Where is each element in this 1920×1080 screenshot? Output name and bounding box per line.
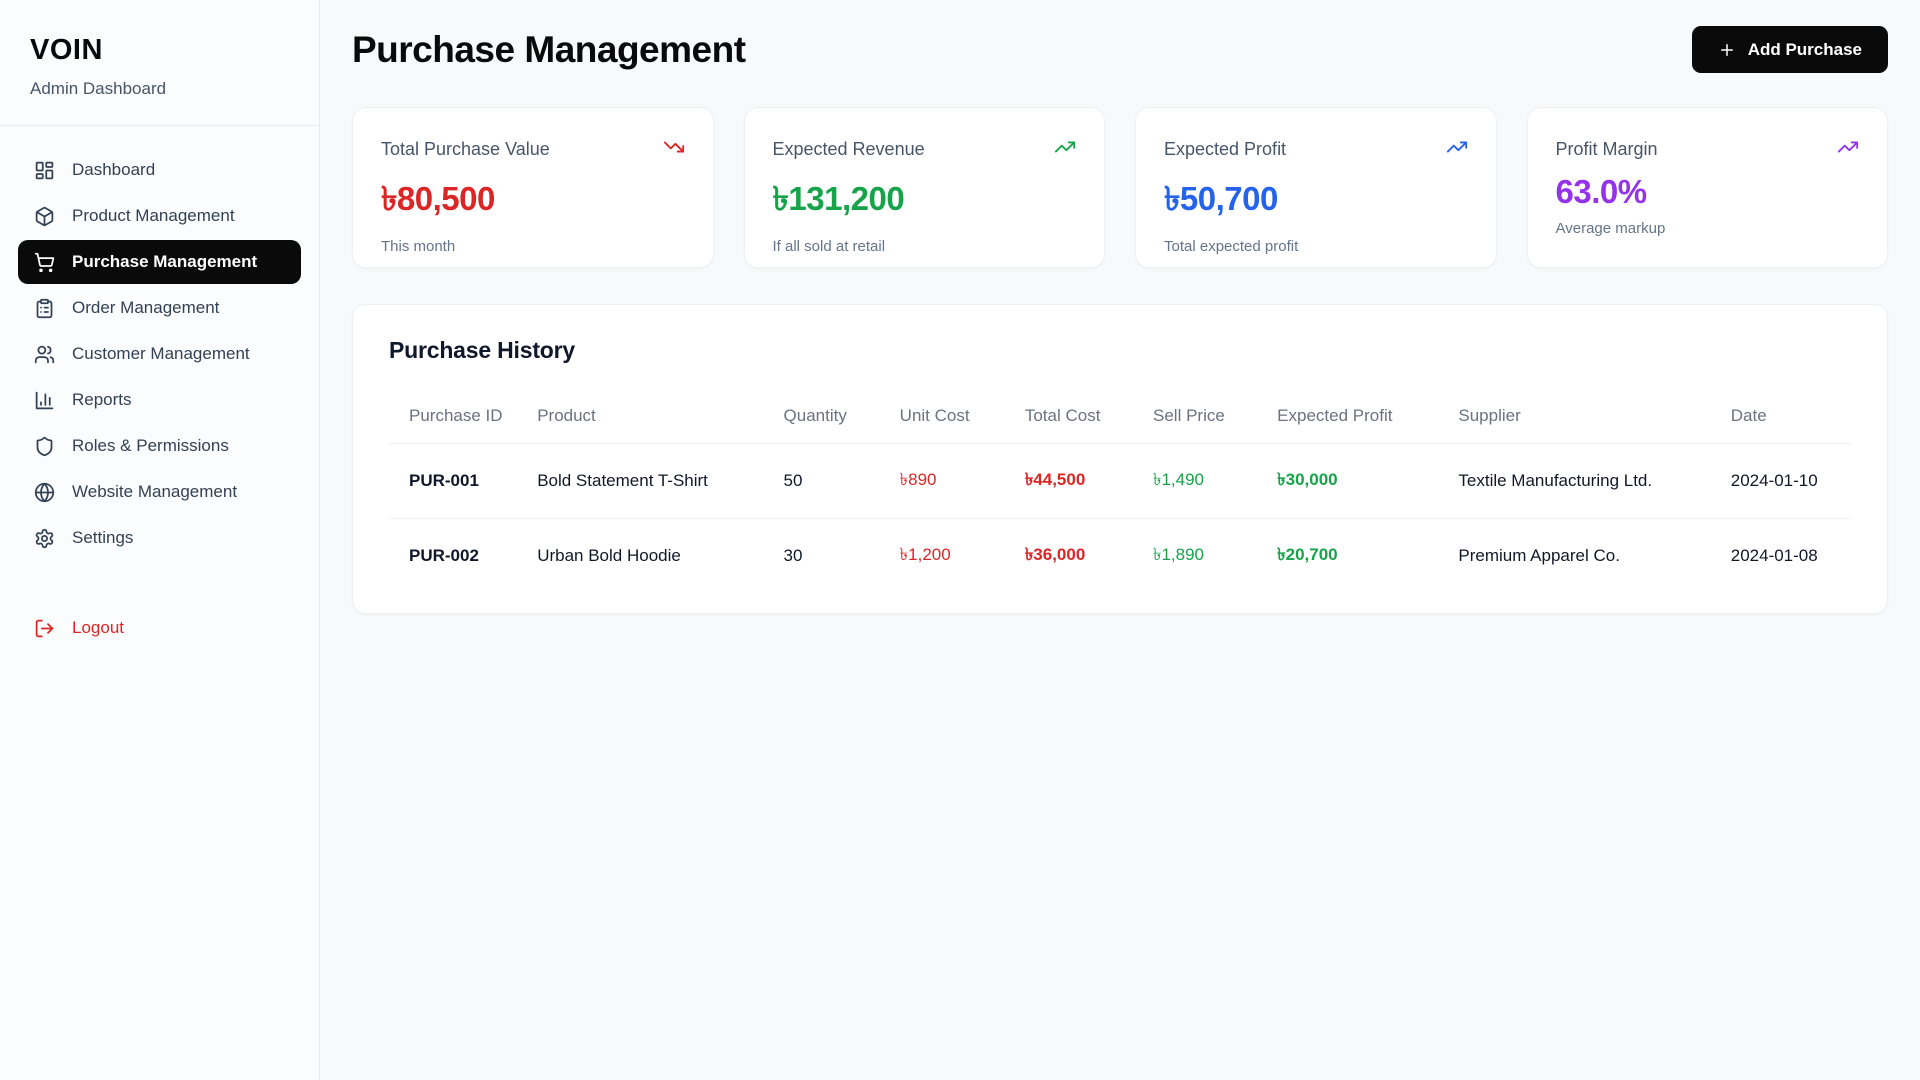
stat-value: 63.0% (1556, 173, 1860, 211)
cell-unit-cost: ৳890 (900, 444, 1025, 519)
app-root: VOIN Admin Dashboard Dashboard Product M… (0, 0, 1920, 1080)
purchase-history-card: Purchase History Purchase ID Product Qua… (352, 304, 1888, 614)
brand-subtitle: Admin Dashboard (30, 79, 289, 99)
cell-purchase-id: PUR-002 (389, 519, 537, 594)
sidebar-item-label: Reports (72, 390, 132, 410)
table-row: PUR-001 Bold Statement T-Shirt 50 ৳890 ৳… (389, 444, 1851, 519)
package-icon (34, 206, 55, 227)
add-purchase-button[interactable]: Add Purchase (1692, 26, 1888, 73)
stat-card-total-purchase-value: Total Purchase Value ৳80,500 This month (352, 107, 714, 268)
stat-subtitle: Total expected profit (1164, 238, 1468, 255)
col-header-product: Product (537, 388, 783, 444)
sidebar: VOIN Admin Dashboard Dashboard Product M… (0, 0, 320, 1080)
stat-card-expected-revenue: Expected Revenue ৳131,200 If all sold at… (744, 107, 1106, 268)
sidebar-item-label: Customer Management (72, 344, 250, 364)
sidebar-item-label: Roles & Permissions (72, 436, 229, 456)
cell-quantity: 50 (784, 444, 900, 519)
bar-chart-icon (34, 390, 55, 411)
trending-up-icon (1837, 136, 1859, 163)
sidebar-nav: Dashboard Product Management Purchase Ma… (0, 126, 319, 652)
col-header-sell-price: Sell Price (1153, 388, 1277, 444)
stat-subtitle: Average markup (1556, 220, 1860, 237)
cell-total-cost: ৳44,500 (1025, 444, 1153, 519)
stat-label: Expected Revenue (773, 139, 925, 160)
sidebar-item-label: Order Management (72, 298, 219, 318)
sidebar-header: VOIN Admin Dashboard (0, 0, 319, 126)
cell-product: Urban Bold Hoodie (537, 519, 783, 594)
sidebar-item-label: Dashboard (72, 160, 155, 180)
globe-icon (34, 482, 55, 503)
cell-supplier: Textile Manufacturing Ltd. (1458, 444, 1730, 519)
stat-subtitle: This month (381, 238, 685, 255)
purchase-history-table: Purchase ID Product Quantity Unit Cost T… (389, 388, 1851, 593)
col-header-supplier: Supplier (1458, 388, 1730, 444)
col-header-date: Date (1731, 388, 1851, 444)
stat-label: Total Purchase Value (381, 139, 550, 160)
cell-sell-price: ৳1,490 (1153, 444, 1277, 519)
page-title: Purchase Management (352, 29, 746, 71)
sidebar-item-reports[interactable]: Reports (18, 378, 301, 422)
cell-purchase-id: PUR-001 (389, 444, 537, 519)
dashboard-icon (34, 160, 55, 181)
stat-subtitle: If all sold at retail (773, 238, 1077, 255)
col-header-quantity: Quantity (784, 388, 900, 444)
cell-product: Bold Statement T-Shirt (537, 444, 783, 519)
cell-supplier: Premium Apparel Co. (1458, 519, 1730, 594)
sidebar-item-label: Product Management (72, 206, 235, 226)
col-header-expected-profit: Expected Profit (1277, 388, 1458, 444)
gear-icon (34, 528, 55, 549)
cell-expected-profit: ৳20,700 (1277, 519, 1458, 594)
sidebar-item-product-management[interactable]: Product Management (18, 194, 301, 238)
stat-label: Expected Profit (1164, 139, 1286, 160)
users-icon (34, 344, 55, 365)
sidebar-item-purchase-management[interactable]: Purchase Management (18, 240, 301, 284)
clipboard-list-icon (34, 298, 55, 319)
main-content: Purchase Management Add Purchase Total P… (320, 0, 1920, 1080)
sidebar-item-website-management[interactable]: Website Management (18, 470, 301, 514)
cell-unit-cost: ৳1,200 (900, 519, 1025, 594)
logout-button[interactable]: Logout (18, 606, 301, 650)
col-header-total-cost: Total Cost (1025, 388, 1153, 444)
sidebar-item-customer-management[interactable]: Customer Management (18, 332, 301, 376)
add-purchase-label: Add Purchase (1748, 40, 1862, 60)
trending-down-icon (663, 136, 685, 163)
cell-date: 2024-01-08 (1731, 519, 1851, 594)
stat-label: Profit Margin (1556, 139, 1658, 160)
trending-up-icon (1446, 136, 1468, 163)
cell-sell-price: ৳1,890 (1153, 519, 1277, 594)
page-header: Purchase Management Add Purchase (352, 26, 1888, 73)
stat-card-expected-profit: Expected Profit ৳50,700 Total expected p… (1135, 107, 1497, 268)
stat-value: ৳50,700 (1164, 173, 1468, 229)
shopping-cart-icon (34, 252, 55, 273)
sidebar-item-label: Website Management (72, 482, 237, 502)
sidebar-item-label: Purchase Management (72, 252, 257, 272)
sidebar-item-label: Settings (72, 528, 133, 548)
logout-label: Logout (72, 618, 124, 638)
stats-row: Total Purchase Value ৳80,500 This month … (352, 107, 1888, 268)
cell-quantity: 30 (784, 519, 900, 594)
table-header-row: Purchase ID Product Quantity Unit Cost T… (389, 388, 1851, 444)
col-header-unit-cost: Unit Cost (900, 388, 1025, 444)
stat-card-profit-margin: Profit Margin 63.0% Average markup (1527, 107, 1889, 268)
sidebar-item-order-management[interactable]: Order Management (18, 286, 301, 330)
purchase-history-title: Purchase History (389, 337, 1851, 364)
cell-expected-profit: ৳30,000 (1277, 444, 1458, 519)
shield-icon (34, 436, 55, 457)
stat-value: ৳131,200 (773, 173, 1077, 229)
col-header-purchase-id: Purchase ID (389, 388, 537, 444)
brand-logo: VOIN (30, 34, 289, 67)
stat-value: ৳80,500 (381, 173, 685, 229)
sidebar-item-dashboard[interactable]: Dashboard (18, 148, 301, 192)
cell-date: 2024-01-10 (1731, 444, 1851, 519)
sidebar-item-settings[interactable]: Settings (18, 516, 301, 560)
sidebar-item-roles-permissions[interactable]: Roles & Permissions (18, 424, 301, 468)
trending-up-icon (1054, 136, 1076, 163)
cell-total-cost: ৳36,000 (1025, 519, 1153, 594)
logout-icon (34, 618, 55, 639)
plus-icon (1718, 41, 1736, 59)
table-row: PUR-002 Urban Bold Hoodie 30 ৳1,200 ৳36,… (389, 519, 1851, 594)
